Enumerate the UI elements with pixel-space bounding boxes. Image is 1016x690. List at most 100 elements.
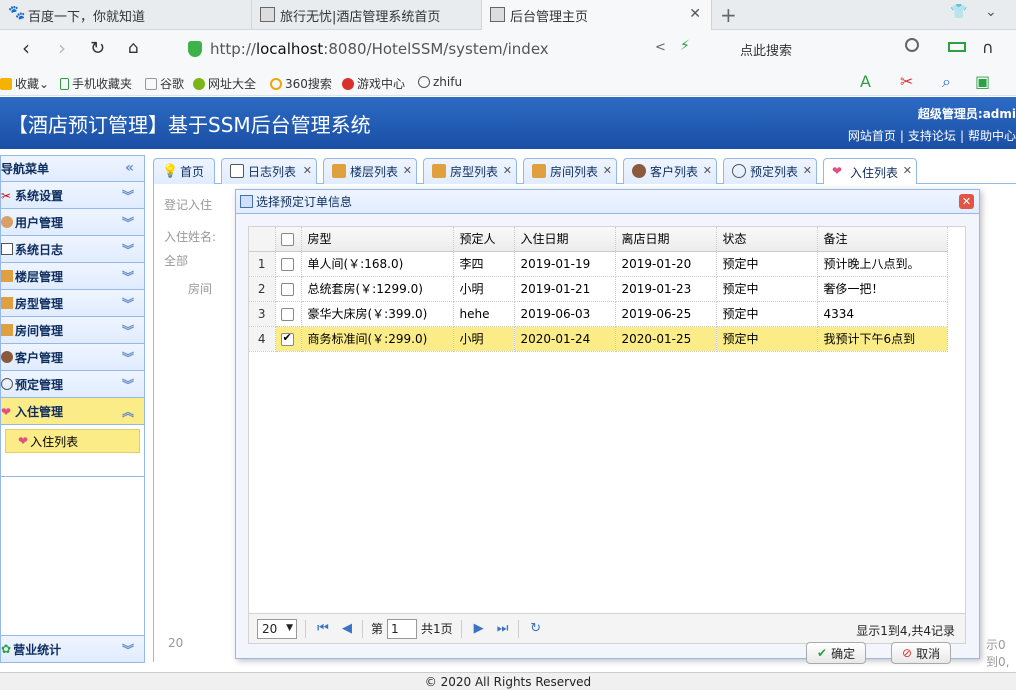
home-icon[interactable]: ⌂: [128, 38, 139, 58]
sidebar-item-reservations[interactable]: 预定管理 ︾: [1, 371, 144, 398]
chevron-down-icon: ︾: [121, 324, 134, 338]
browser-tab-baidu[interactable]: 🐾 百度一下，你就知道: [0, 0, 252, 30]
bookmark-google[interactable]: 谷歌: [145, 75, 184, 92]
page-size-select[interactable]: 20: [257, 618, 297, 639]
browser-tab-admin[interactable]: 后台管理主页 ✕: [482, 0, 712, 30]
page-number-input[interactable]: 1: [387, 618, 418, 639]
tab-logs[interactable]: 日志列表 ✕: [221, 158, 317, 184]
next-page-icon[interactable]: ▶: [472, 621, 486, 636]
confirm-button[interactable]: ✔ 确定: [806, 642, 867, 664]
column-remark[interactable]: 备注: [817, 227, 948, 252]
new-tab-icon[interactable]: +: [720, 3, 737, 27]
sidebar-item-rooms[interactable]: 房间管理 ︾: [1, 317, 144, 344]
tab-rooms[interactable]: 房间列表 ✕: [523, 158, 617, 184]
close-icon[interactable]: ✕: [803, 164, 812, 177]
close-icon[interactable]: ✕: [903, 164, 912, 177]
gamepad-icon[interactable]: ▣: [975, 72, 990, 91]
select-all-checkbox[interactable]: [280, 232, 294, 246]
admin-label: 超级管理员:admi: [917, 107, 1016, 121]
row-checkbox[interactable]: [280, 257, 294, 271]
page-size-select[interactable]: 20: [168, 636, 183, 650]
forward-icon[interactable]: ›: [58, 36, 66, 60]
table-row[interactable]: 3 豪华大床房(￥:399.0) hehe 2019-06-03 2019-06…: [249, 301, 948, 327]
chevron-up-icon: ︽: [121, 405, 134, 419]
browser-tab-hotel-home[interactable]: 旅行无忧|酒店管理系统首页: [252, 0, 482, 30]
close-tab-icon[interactable]: ✕: [689, 6, 701, 22]
tab-reservations[interactable]: 预定列表 ✕: [723, 158, 817, 184]
link-site-home[interactable]: 网站首页: [848, 129, 896, 143]
close-icon[interactable]: ✕: [603, 164, 612, 177]
sidebar-item-customers[interactable]: 客户管理 ︾: [1, 344, 144, 371]
share-icon[interactable]: <: [655, 40, 666, 55]
close-icon[interactable]: ✕: [403, 164, 412, 177]
column-room-type[interactable]: 房型: [301, 227, 454, 252]
bookmark-360[interactable]: 360搜索: [270, 75, 332, 92]
row-checkbox[interactable]: [280, 282, 294, 296]
collapse-icon[interactable]: «: [125, 160, 134, 176]
sidebar-item-users[interactable]: 用户管理 ︾: [1, 209, 144, 236]
bookmark-sites[interactable]: 网址大全: [193, 75, 256, 92]
skin-icon[interactable]: 👕: [950, 4, 967, 20]
search-box[interactable]: 点此搜索: [740, 40, 792, 59]
cell-status: 预定中: [716, 251, 818, 277]
tab-floors[interactable]: 楼层列表 ✕: [323, 158, 417, 184]
cancel-button[interactable]: ⊘ 取消: [891, 642, 952, 664]
row-number: 2: [249, 276, 276, 302]
close-icon[interactable]: ✕: [959, 194, 974, 209]
sidebar-subitem-checkin-list[interactable]: ❤ 入住列表: [5, 429, 140, 453]
prev-page-icon[interactable]: ◀: [340, 621, 354, 636]
table-row[interactable]: 2 总统套房(￥:1299.0) 小明 2019-01-21 2019-01-2…: [249, 276, 948, 302]
column-person[interactable]: 预定人: [453, 227, 515, 252]
translate-icon[interactable]: A: [860, 72, 871, 91]
cell-person: 小明: [453, 276, 515, 302]
cell-status: 预定中: [716, 301, 818, 327]
row-checkbox-checked[interactable]: [280, 331, 294, 346]
column-checkout-date[interactable]: 离店日期: [615, 227, 717, 252]
row-checkbox[interactable]: [280, 307, 294, 321]
bookmark-mobile[interactable]: 手机收藏夹: [60, 75, 132, 92]
search-icon[interactable]: [905, 38, 919, 52]
close-icon[interactable]: ✕: [303, 164, 312, 177]
close-icon[interactable]: ✕: [503, 164, 512, 177]
bookmark-games[interactable]: 游戏中心: [342, 75, 405, 92]
tab-checkin[interactable]: ❤ 入住列表 ✕: [823, 158, 917, 185]
bolt-icon[interactable]: ⚡: [680, 38, 690, 54]
chevron-down-icon: ︾: [121, 297, 134, 311]
link-forum[interactable]: 支持论坛: [908, 129, 956, 143]
bookmark-zhifu[interactable]: zhifu: [418, 75, 462, 89]
checkin-button[interactable]: 登记入住: [164, 196, 212, 213]
footer: © 2020 All Rights Reserved: [0, 672, 1016, 690]
sidebar-item-stats[interactable]: ✿ 营业统计 ︾: [1, 635, 144, 662]
filter-select[interactable]: 全部: [164, 252, 188, 269]
tab-room-types[interactable]: 房型列表 ✕: [423, 158, 517, 184]
chevron-down-icon: ︾: [121, 189, 134, 203]
sidebar-item-room-types[interactable]: 房型管理 ︾: [1, 290, 144, 317]
refresh-icon[interactable]: ↻: [529, 621, 543, 636]
magnifier-icon[interactable]: ⌕: [942, 72, 951, 92]
column-checkin-date[interactable]: 入住日期: [514, 227, 616, 252]
sidebar-item-checkin[interactable]: ❤ 入住管理 ︽: [1, 398, 144, 425]
table-row-selected[interactable]: 4 商务标准间(￥:299.0) 小明 2020-01-24 2020-01-2…: [249, 326, 948, 352]
column-status[interactable]: 状态: [716, 227, 818, 252]
close-icon[interactable]: ✕: [703, 164, 712, 177]
scissors-icon[interactable]: ✂: [900, 72, 913, 91]
back-icon[interactable]: ‹: [22, 36, 30, 60]
table-row[interactable]: 1 单人间(￥:168.0) 李四 2019-01-19 2019-01-20 …: [249, 251, 948, 277]
sidebar-item-system-settings[interactable]: ✂ 系统设置 ︾: [1, 182, 144, 209]
headphones-icon[interactable]: ∩: [982, 38, 994, 57]
battery-icon: [948, 42, 966, 52]
last-page-icon[interactable]: ⏭: [496, 621, 510, 636]
sidebar-item-floors[interactable]: 楼层管理 ︾: [1, 263, 144, 290]
reload-icon[interactable]: ↻: [90, 38, 105, 59]
cell-remark: 预计晚上八点到。: [817, 251, 948, 277]
tab-customers[interactable]: 客户列表 ✕: [623, 158, 717, 184]
house-icon: [1, 297, 13, 309]
cell-person: hehe: [453, 301, 515, 327]
tab-home[interactable]: 💡 首页: [153, 158, 215, 184]
window-menu-icon[interactable]: ⌄: [985, 4, 997, 20]
bookmark-favorites[interactable]: 收藏 ⌄: [0, 75, 49, 92]
first-page-icon[interactable]: ⏮: [316, 621, 330, 636]
address-bar[interactable]: http://localhost:8080/HotelSSM/system/in…: [180, 35, 720, 63]
link-help[interactable]: 帮助中心: [968, 129, 1016, 143]
sidebar-item-logs[interactable]: 系统日志 ︾: [1, 236, 144, 263]
